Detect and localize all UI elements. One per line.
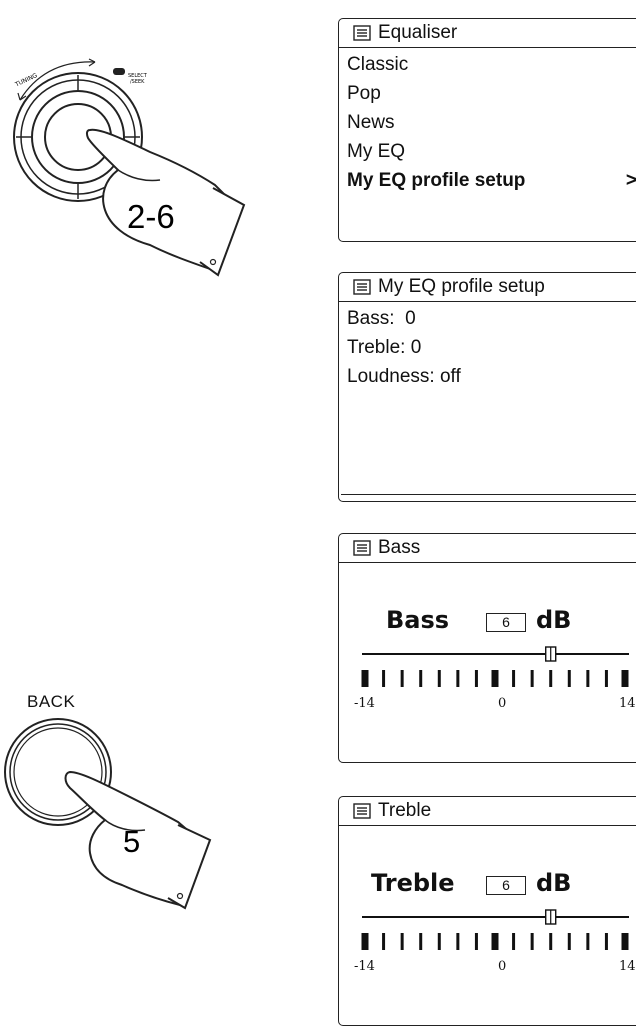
back-button-label: BACK	[27, 692, 76, 711]
treble-label: Treble	[371, 869, 455, 897]
scale-max-label: 14	[619, 959, 636, 974]
back-button-icon[interactable]: 5	[0, 710, 260, 930]
menu-item-classic[interactable]: Classic	[347, 50, 636, 79]
scale-tick	[456, 933, 460, 950]
scale-mid-label: 0	[498, 696, 507, 711]
profile-settings-list: Bass: 0 Treble: 0 Loudness: off	[339, 302, 636, 391]
screen-title-bar: My EQ profile setup	[339, 273, 636, 302]
menu-item-news[interactable]: News	[347, 108, 636, 137]
scale-tick	[419, 933, 423, 950]
screen-title-bar: Treble	[339, 797, 636, 826]
scale-tick	[512, 933, 516, 950]
scale-tick	[491, 670, 499, 687]
divider	[341, 494, 636, 495]
equaliser-screen: Equaliser Classic Pop News My EQ My EQ p…	[338, 18, 636, 242]
bass-slider[interactable]	[359, 642, 636, 702]
scale-tick	[474, 933, 478, 950]
scale-tick	[549, 670, 553, 687]
scale-tick	[382, 933, 386, 950]
scale-tick	[512, 670, 516, 687]
profile-setup-screen: My EQ profile setup Bass: 0 Treble: 0 Lo…	[338, 272, 636, 502]
screen-title-bar: Equaliser	[339, 19, 636, 48]
db-unit-label: dB	[536, 869, 572, 897]
scale-tick	[604, 933, 608, 950]
treble-screen: Treble Treble 6 dB -14 0 14	[338, 796, 636, 1026]
menu-icon	[353, 279, 371, 295]
screen-title: My EQ profile setup	[378, 276, 545, 297]
submenu-arrow-icon: >	[625, 170, 636, 191]
menu-item-label: My EQ profile setup	[347, 170, 526, 191]
scale-max-label: 14	[619, 696, 636, 711]
tuning-knob-illustration: SELECT /SEEK TUNING 2-6	[0, 0, 260, 300]
menu-icon	[353, 540, 371, 556]
step-label-5: 5	[123, 824, 140, 859]
scale-tick	[586, 670, 590, 687]
scale-tick	[621, 933, 629, 950]
scale-tick	[456, 670, 460, 687]
menu-item-my-eq[interactable]: My EQ	[347, 137, 636, 166]
scale-tick	[382, 670, 386, 687]
scale-tick	[530, 933, 534, 950]
scale-tick	[491, 933, 499, 950]
treble-value[interactable]: 6	[486, 876, 526, 895]
scale-mid-label: 0	[498, 959, 507, 974]
scale-tick	[604, 670, 608, 687]
scale-tick	[400, 670, 404, 687]
scale-tick	[549, 933, 553, 950]
db-unit-label: dB	[536, 606, 572, 634]
scale-tick	[621, 670, 629, 687]
back-button-illustration: 5	[0, 710, 260, 930]
bass-screen: Bass Bass 6 dB -14 0 14	[338, 533, 636, 763]
setting-loudness[interactable]: Loudness: off	[347, 362, 636, 391]
scale-tick	[530, 670, 534, 687]
treble-slider[interactable]	[359, 905, 636, 965]
tuning-knob-icon[interactable]: SELECT /SEEK TUNING 2-6	[0, 0, 260, 300]
menu-item-my-eq-profile-setup[interactable]: My EQ profile setup >	[347, 166, 636, 195]
bass-label: Bass	[386, 606, 450, 634]
menu-icon	[353, 803, 371, 819]
scale-tick	[586, 933, 590, 950]
scale-tick	[361, 933, 369, 950]
scale-tick	[419, 670, 423, 687]
scale-tick	[437, 933, 441, 950]
bass-value[interactable]: 6	[486, 613, 526, 632]
setting-treble[interactable]: Treble: 0	[347, 333, 636, 362]
tuning-label: TUNING	[13, 72, 38, 89]
screen-title-bar: Bass	[339, 534, 636, 563]
seek-label: /SEEK	[130, 79, 145, 85]
setting-bass[interactable]: Bass: 0	[347, 304, 636, 333]
step-label-2-6: 2-6	[127, 198, 175, 235]
scale-min-label: -14	[354, 959, 375, 974]
scale-min-label: -14	[354, 696, 375, 711]
scale-tick	[567, 670, 571, 687]
scale-tick	[437, 670, 441, 687]
equaliser-menu: Classic Pop News My EQ My EQ profile set…	[339, 48, 636, 195]
scale-tick	[361, 670, 369, 687]
screen-title: Equaliser	[378, 22, 458, 43]
scale-tick	[474, 670, 478, 687]
menu-item-pop[interactable]: Pop	[347, 79, 636, 108]
menu-icon	[353, 25, 371, 41]
scale-tick	[567, 933, 571, 950]
scale-tick	[400, 933, 404, 950]
screen-title: Treble	[378, 800, 432, 821]
screen-title: Bass	[378, 537, 421, 558]
